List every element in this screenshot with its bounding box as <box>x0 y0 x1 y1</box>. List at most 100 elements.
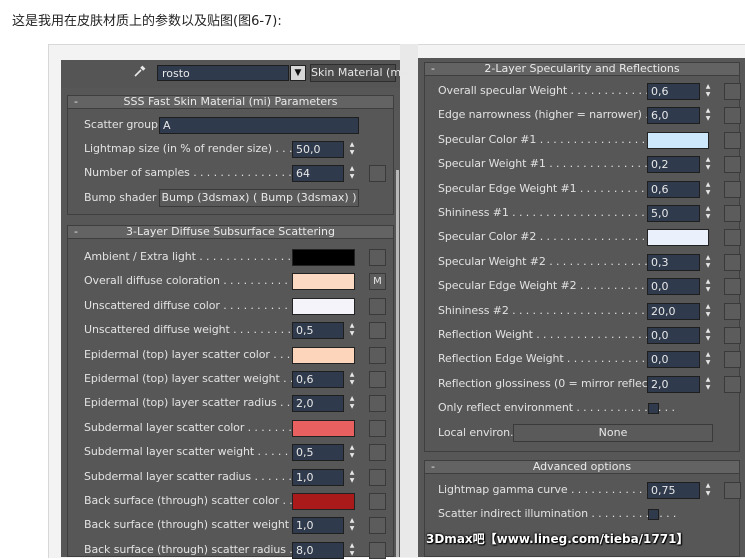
param-value-input[interactable]: 0,0 <box>647 351 700 369</box>
map-slot-button[interactable] <box>724 327 741 344</box>
rollout-sss-fast-skin[interactable]: - SSS Fast Skin Material (mi) Parameters <box>67 95 394 109</box>
spinner-up-icon[interactable]: ▲ <box>347 395 357 403</box>
map-slot-button[interactable] <box>369 297 386 315</box>
param-spinner[interactable]: ▲ ▼ <box>703 376 713 393</box>
param-spinner[interactable]: ▲ ▼ <box>347 322 357 339</box>
param-spinner[interactable]: ▲ ▼ <box>703 254 713 271</box>
color-swatch[interactable] <box>292 273 355 291</box>
spinner-up-icon[interactable]: ▲ <box>703 83 713 91</box>
lightmap-size-spinner[interactable]: ▲ ▼ <box>347 141 357 158</box>
color-swatch[interactable] <box>292 419 355 437</box>
map-slot-button[interactable] <box>369 346 386 364</box>
samples-spinner[interactable]: ▲ ▼ <box>347 165 357 182</box>
spinner-down-icon[interactable]: ▼ <box>703 115 713 123</box>
spinner-up-icon[interactable]: ▲ <box>347 444 357 452</box>
map-slot-button[interactable] <box>369 371 386 388</box>
spinner-down-icon[interactable]: ▼ <box>347 403 357 411</box>
map-slot-button[interactable] <box>724 107 741 125</box>
spinner-down-icon[interactable]: ▼ <box>703 359 713 367</box>
map-slot-button[interactable] <box>724 156 741 174</box>
spinner-down-icon[interactable]: ▼ <box>347 149 357 157</box>
spinner-up-icon[interactable]: ▲ <box>703 254 713 262</box>
spinner-down-icon[interactable]: ▼ <box>347 173 357 181</box>
param-spinner[interactable]: ▲ ▼ <box>703 278 713 295</box>
spinner-down-icon[interactable]: ▼ <box>347 477 357 485</box>
param-value-input[interactable]: 0,5 <box>292 444 344 462</box>
scatter-group-input[interactable]: A <box>159 117 359 134</box>
spinner-up-icon[interactable]: ▲ <box>703 181 713 189</box>
param-spinner[interactable]: ▲ ▼ <box>347 371 357 388</box>
spinner-down-icon[interactable]: ▼ <box>703 189 713 197</box>
bump-shader-button[interactable]: Bump (3dsmax) ( Bump (3dsmax) ) <box>159 189 359 207</box>
spinner-down-icon[interactable]: ▼ <box>703 286 713 294</box>
param-value-input[interactable]: 0,6 <box>647 180 700 198</box>
gamma-curve-input[interactable]: 0,75 <box>647 482 700 499</box>
map-slot-button[interactable] <box>369 468 386 486</box>
spinner-down-icon[interactable]: ▼ <box>347 452 357 460</box>
color-swatch[interactable] <box>647 131 709 149</box>
param-value-input[interactable]: 0,3 <box>647 253 700 271</box>
param-value-input[interactable]: 2,0 <box>647 375 700 393</box>
param-spinner[interactable]: ▲ ▼ <box>703 107 713 124</box>
color-swatch[interactable] <box>292 297 355 315</box>
spinner-up-icon[interactable]: ▲ <box>703 156 713 164</box>
eyedropper-icon[interactable] <box>131 64 149 82</box>
spinner-down-icon[interactable]: ▼ <box>347 379 357 387</box>
spinner-up-icon[interactable]: ▲ <box>347 517 357 525</box>
lightmap-size-input[interactable]: 50,0 <box>292 141 344 158</box>
spinner-up-icon[interactable]: ▲ <box>703 482 713 490</box>
color-swatch[interactable] <box>292 249 355 266</box>
param-value-input[interactable]: 0,6 <box>647 83 700 100</box>
spinner-up-icon[interactable]: ▲ <box>703 278 713 286</box>
spinner-down-icon[interactable]: ▼ <box>703 262 713 270</box>
map-slot-button[interactable] <box>369 517 386 535</box>
param-spinner[interactable]: ▲ ▼ <box>347 542 357 559</box>
spinner-down-icon[interactable]: ▼ <box>703 490 713 498</box>
spinner-down-icon[interactable]: ▼ <box>347 330 357 338</box>
gamma-curve-spinner[interactable]: ▲ ▼ <box>703 482 713 499</box>
param-value-input[interactable]: 1,0 <box>292 517 344 535</box>
map-slot-button[interactable] <box>724 131 741 149</box>
scatter-indirect-checkbox[interactable] <box>648 509 659 520</box>
map-slot-button[interactable] <box>724 253 741 271</box>
panel-scrollbar[interactable] <box>396 170 399 557</box>
param-spinner[interactable]: ▲ ▼ <box>347 517 357 534</box>
map-slot-button[interactable] <box>724 83 741 100</box>
rollout-advanced-options[interactable]: - Advanced options <box>424 460 740 474</box>
spinner-down-icon[interactable]: ▼ <box>703 311 713 319</box>
spinner-up-icon[interactable]: ▲ <box>347 322 357 330</box>
material-name-field[interactable]: rosto <box>157 65 289 81</box>
map-slot-button[interactable] <box>369 541 386 559</box>
spinner-up-icon[interactable]: ▲ <box>347 542 357 550</box>
param-value-input[interactable]: 0,2 <box>647 156 700 174</box>
spinner-up-icon[interactable]: ▲ <box>703 205 713 213</box>
samples-map-button[interactable] <box>369 165 386 182</box>
spinner-up-icon[interactable]: ▲ <box>703 376 713 384</box>
param-value-input[interactable]: 0,0 <box>647 327 700 344</box>
spinner-up-icon[interactable]: ▲ <box>703 327 713 335</box>
param-value-input[interactable]: 20,0 <box>647 302 700 320</box>
spinner-up-icon[interactable]: ▲ <box>347 141 357 149</box>
spinner-up-icon[interactable]: ▲ <box>347 165 357 173</box>
map-slot-button[interactable] <box>369 444 386 462</box>
map-slot-button[interactable] <box>369 395 386 413</box>
color-swatch[interactable] <box>647 229 709 247</box>
spinner-down-icon[interactable]: ▼ <box>347 525 357 533</box>
map-slot-button[interactable] <box>369 249 386 266</box>
param-value-input[interactable]: 8,0 <box>292 541 344 559</box>
spinner-down-icon[interactable]: ▼ <box>703 91 713 99</box>
map-slot-button[interactable] <box>369 493 386 510</box>
map-slot-button[interactable] <box>724 229 741 247</box>
chevron-down-icon[interactable]: ▼ <box>290 65 306 81</box>
param-spinner[interactable]: ▲ ▼ <box>703 205 713 222</box>
param-value-input[interactable]: 2,0 <box>292 395 344 413</box>
spinner-up-icon[interactable]: ▲ <box>347 371 357 379</box>
rollout-specularity-reflections[interactable]: - 2-Layer Specularity and Reflections <box>424 62 740 76</box>
color-swatch[interactable] <box>292 346 355 364</box>
param-value-input[interactable]: 0,5 <box>292 322 344 340</box>
map-slot-button[interactable] <box>724 375 741 393</box>
map-slot-button[interactable] <box>724 205 741 222</box>
spinner-down-icon[interactable]: ▼ <box>703 213 713 221</box>
param-spinner[interactable]: ▲ ▼ <box>347 444 357 461</box>
param-spinner[interactable]: ▲ ▼ <box>703 327 713 344</box>
